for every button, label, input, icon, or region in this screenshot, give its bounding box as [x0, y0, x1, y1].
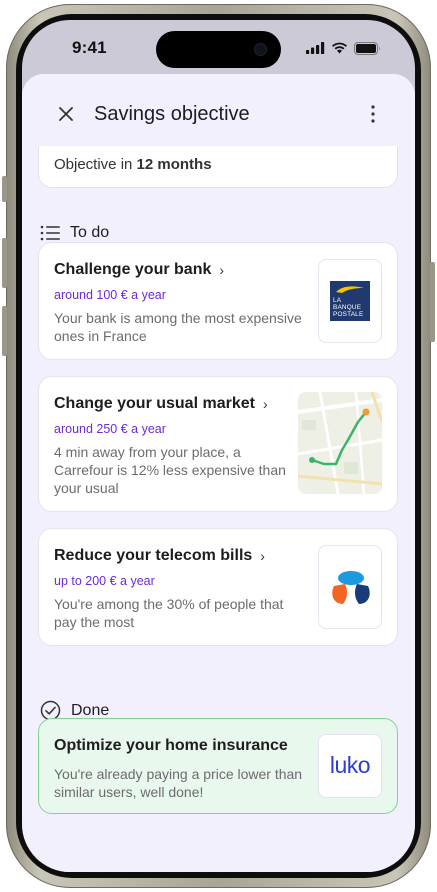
chevron-right-icon: › — [262, 396, 268, 412]
bird-emblem-icon — [336, 286, 364, 293]
objective-prefix: Objective in — [54, 156, 133, 173]
card-title-text: Reduce your telecom bills — [54, 547, 253, 564]
card-description-line: You're among the 30% of people that — [54, 596, 284, 612]
logo-text-line: POSTALE — [333, 311, 364, 318]
objective-summary-text: Objective in 12 months — [54, 156, 212, 173]
card-description-line: ones in France — [54, 328, 147, 344]
todo-card-change-market[interactable]: Change your usual market › around 250 € … — [38, 376, 398, 512]
status-time: 9:41 — [72, 38, 107, 57]
luko-logo: luko — [318, 734, 382, 798]
cellular-signal-icon — [306, 42, 325, 54]
map-route-thumbnail — [298, 392, 382, 494]
card-description: 4 min away from your place, a Carrefour … — [54, 443, 286, 497]
done-card-home-insurance[interactable]: Optimize your home insurance You're alre… — [38, 718, 398, 814]
card-description: You're already paying a price lower than… — [54, 765, 302, 801]
card-title: Reduce your telecom bills › — [54, 547, 265, 565]
sheet-header: Savings objective — [22, 74, 415, 146]
card-amount: around 100 € a year — [54, 288, 166, 302]
card-description-line: You're already paying a price lower than — [54, 766, 303, 782]
action-button — [2, 176, 7, 202]
volume-up-button — [2, 238, 7, 288]
card-title: Optimize your home insurance — [54, 737, 288, 755]
close-icon[interactable] — [54, 102, 78, 126]
card-title: Change your usual market › — [54, 395, 268, 413]
status-icons — [306, 41, 381, 55]
card-description-line: your usual — [54, 480, 119, 496]
status-bar: 9:41 — [22, 20, 415, 74]
la-banque-postale-logo: LA BANQUE POSTALE — [318, 259, 382, 343]
todo-card-challenge-bank[interactable]: Challenge your bank › around 100 € a yea… — [38, 242, 398, 360]
card-description-line: Carrefour is 12% less expensive than — [54, 462, 286, 478]
savings-objective-sheet: Objective in 12 months To do Challenge y… — [22, 74, 415, 872]
card-title: Challenge your bank › — [54, 261, 224, 279]
la-banque-postale-badge: LA BANQUE POSTALE — [330, 281, 370, 321]
done-section-label: Done — [71, 701, 110, 719]
card-description-line: similar users, well done! — [54, 784, 204, 800]
card-title-text: Optimize your home insurance — [54, 737, 288, 754]
card-description-line: 4 min away from your place, a — [54, 444, 241, 460]
chevron-right-icon: › — [219, 262, 225, 278]
luko-logo-text: luko — [329, 752, 371, 778]
todo-section-header: To do — [40, 224, 109, 242]
front-camera — [254, 43, 267, 56]
card-description: You're among the 30% of people that pay … — [54, 595, 283, 631]
power-button — [430, 262, 435, 342]
card-amount: around 250 € a year — [54, 422, 166, 436]
volume-down-button — [2, 306, 7, 356]
scroll-area[interactable]: Objective in 12 months To do Challenge y… — [22, 74, 415, 872]
wifi-icon — [332, 42, 347, 54]
chevron-right-icon: › — [260, 548, 265, 564]
card-title-text: Challenge your bank — [54, 261, 212, 278]
list-icon — [40, 225, 60, 241]
battery-icon — [354, 41, 380, 55]
card-title-text: Change your usual market — [54, 395, 255, 412]
card-amount: up to 200 € a year — [54, 574, 155, 588]
todo-card-telecom-bills[interactable]: Reduce your telecom bills › up to 200 € … — [38, 528, 398, 646]
logo-text-line: BANQUE — [333, 304, 362, 311]
card-description-line: pay the most — [54, 614, 135, 630]
more-vertical-icon[interactable] — [361, 102, 385, 126]
objective-duration: 12 months — [136, 156, 212, 173]
bouygues-telecom-logo — [318, 545, 382, 629]
card-description-line: Your bank is among the most expensive — [54, 310, 302, 326]
logo-text-line: LA — [333, 297, 342, 304]
page-title: Savings objective — [94, 103, 250, 125]
dynamic-island — [156, 31, 281, 68]
card-description: Your bank is among the most expensive on… — [54, 309, 302, 345]
phone-screen: 9:41 Objective in 12 months To do Challe… — [22, 20, 415, 872]
todo-section-label: To do — [70, 224, 110, 241]
